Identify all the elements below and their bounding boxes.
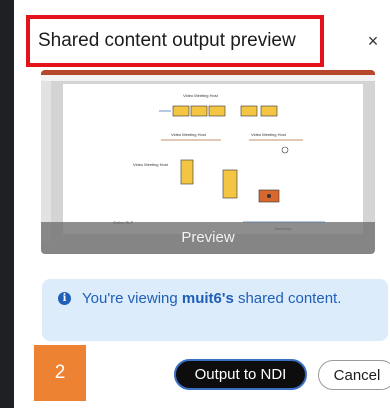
ppt-ribbon — [41, 75, 375, 81]
slide-device-7 — [222, 169, 238, 199]
slide-text-2: Video Meeting Host — [171, 132, 207, 137]
slide-device-6 — [180, 159, 194, 185]
slide-icon-1 — [281, 146, 289, 154]
close-icon: × — [367, 30, 379, 51]
slide-text-3: Video Meeting Host — [251, 132, 287, 137]
dialog-title-highlight: Shared content output preview — [26, 15, 324, 67]
info-prefix: You're viewing — [82, 290, 182, 307]
slide-diagram: Video Meeting Host Video Meeting Host Vi… — [113, 93, 325, 231]
shared-content-dialog: Shared content output preview × Video Me… — [14, 0, 390, 408]
slide-device-4 — [240, 105, 258, 117]
output-to-ndi-button[interactable]: Output to NDI — [174, 359, 307, 390]
info-user: muit6's — [181, 290, 234, 307]
dialog-title: Shared content output preview — [38, 30, 296, 51]
cancel-button[interactable]: Cancel — [318, 360, 390, 390]
info-message: You're viewing muit6's shared content. — [82, 288, 372, 309]
slide-device-2 — [190, 105, 208, 117]
step-badge: 2 — [34, 345, 86, 401]
preview-label: Preview — [181, 229, 235, 246]
preview-thumbnail: Video Meeting Host Video Meeting Host Vi… — [41, 70, 375, 254]
info-suffix: shared content. — [233, 290, 342, 307]
slide-text-1: Video Meeting Host — [183, 93, 219, 98]
slide-device-5 — [260, 105, 278, 117]
slide-text-4: Video Meeting Host — [133, 162, 169, 167]
close-button[interactable]: × — [362, 30, 384, 52]
slide-device-1 — [172, 105, 190, 117]
slide-device-3 — [208, 105, 226, 117]
info-banner: i You're viewing muit6's shared content. — [42, 279, 388, 341]
slide-mic — [267, 194, 271, 198]
ppt-thumbnail-pane — [41, 81, 51, 241]
slide-canvas: Video Meeting Host Video Meeting Host Vi… — [63, 84, 363, 234]
info-icon: i — [58, 292, 71, 305]
